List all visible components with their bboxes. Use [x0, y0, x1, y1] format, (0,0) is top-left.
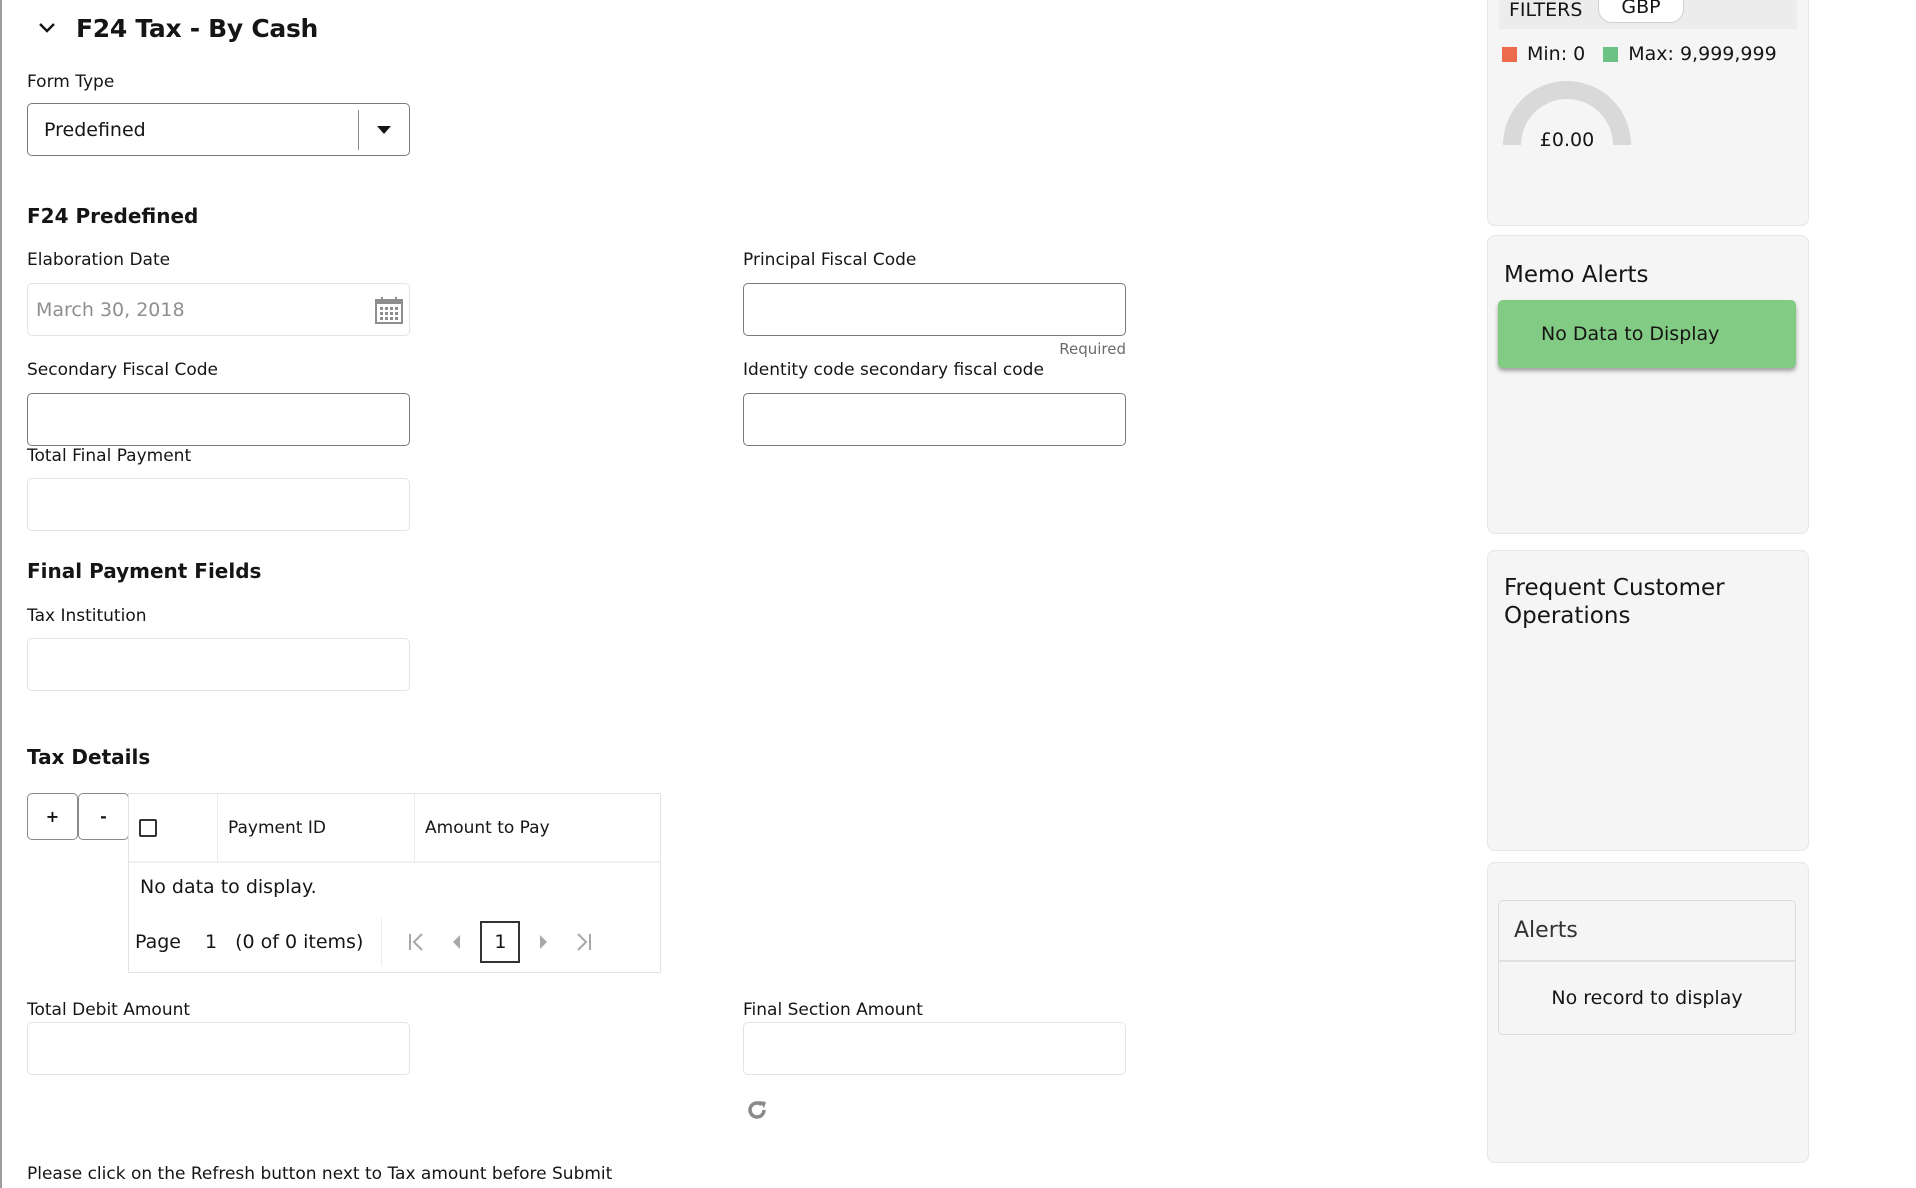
- current-page: 1: [205, 931, 218, 953]
- memo-alerts-title: Memo Alerts: [1504, 262, 1649, 288]
- refresh-instruction: Please click on the Refresh button next …: [27, 1164, 613, 1184]
- filters-bar: FILTERS GBP: [1499, 0, 1797, 29]
- pagination: Page 1 (0 of 0 items) 1: [129, 912, 660, 972]
- form-type-value: Predefined: [44, 118, 146, 141]
- max-swatch: [1603, 46, 1619, 62]
- total-final-payment-input[interactable]: [27, 478, 410, 531]
- currency-filter[interactable]: GBP: [1598, 0, 1684, 23]
- dropdown-arrow-icon[interactable]: [359, 125, 409, 134]
- final-section-amount-input[interactable]: [743, 1022, 1126, 1075]
- required-hint: Required: [1059, 340, 1126, 358]
- select-all-cell: [129, 794, 218, 861]
- frequent-operations-title: Frequent Customer Operations: [1504, 575, 1725, 629]
- total-debit-amount-field[interactable]: [28, 1023, 409, 1074]
- empty-message: No data to display.: [140, 876, 317, 898]
- page-label: Page: [135, 931, 181, 953]
- memo-alerts-message: No Data to Display: [1498, 300, 1796, 368]
- tax-institution-input[interactable]: [27, 638, 410, 691]
- section-title: F24 Tax - By Cash: [76, 13, 319, 43]
- total-final-payment-field[interactable]: [28, 479, 409, 530]
- pager-divider: [381, 918, 383, 966]
- last-page-icon[interactable]: [564, 933, 604, 951]
- principal-fiscal-code-label: Principal Fiscal Code: [743, 250, 917, 270]
- max-label: Max: 9,999,999: [1628, 43, 1777, 65]
- items-count: (0 of 0 items): [235, 931, 364, 953]
- total-debit-amount-input[interactable]: [27, 1022, 410, 1075]
- secondary-fiscal-code-input[interactable]: [27, 393, 410, 446]
- select-all-checkbox[interactable]: [139, 818, 157, 837]
- total-debit-amount-label: Total Debit Amount: [27, 1000, 191, 1020]
- column-payment-id[interactable]: Payment ID: [218, 794, 415, 861]
- elaboration-date-value: March 30, 2018: [36, 298, 185, 321]
- alerts-panel: Alerts No record to display: [1487, 862, 1809, 1163]
- column-amount-to-pay[interactable]: Amount to Pay: [415, 794, 660, 861]
- final-section-amount-field[interactable]: [744, 1023, 1125, 1074]
- tax-details-heading: Tax Details: [27, 745, 151, 769]
- section-header[interactable]: F24 Tax - By Cash: [38, 10, 318, 46]
- left-border: [0, 0, 2, 1188]
- min-swatch: [1502, 46, 1517, 62]
- alerts-title: Alerts: [1499, 901, 1795, 962]
- elaboration-date-label: Elaboration Date: [27, 250, 171, 270]
- add-row-button[interactable]: +: [27, 793, 78, 840]
- identity-code-field[interactable]: [744, 394, 1125, 445]
- principal-fiscal-code-input[interactable]: [743, 283, 1126, 336]
- form-type-label: Form Type: [27, 72, 115, 92]
- next-page-icon[interactable]: [524, 934, 564, 950]
- secondary-fiscal-code-label: Secondary Fiscal Code: [27, 360, 218, 380]
- gauge-value: £0.00: [1539, 129, 1595, 151]
- limits-panel: FILTERS GBP Min: 0 Max: 9,999,999 £0.00: [1487, 0, 1809, 226]
- tax-institution-label: Tax Institution: [27, 606, 147, 626]
- frequent-operations-panel: Frequent Customer Operations: [1487, 550, 1809, 851]
- remove-row-button[interactable]: -: [78, 793, 129, 840]
- memo-alerts-panel: Memo Alerts No Data to Display: [1487, 235, 1809, 534]
- page-number-input[interactable]: 1: [480, 921, 521, 963]
- identity-code-label: Identity code secondary fiscal code: [743, 360, 1044, 380]
- calendar-icon[interactable]: [369, 295, 409, 325]
- filters-label[interactable]: FILTERS: [1509, 0, 1582, 21]
- table-header: Payment ID Amount to Pay: [129, 794, 660, 863]
- principal-fiscal-code-field[interactable]: [744, 284, 1125, 335]
- tax-details-table: Payment ID Amount to Pay No data to disp…: [128, 793, 661, 973]
- final-payment-heading: Final Payment Fields: [27, 559, 262, 583]
- min-label: Min: 0: [1527, 43, 1586, 65]
- alerts-message: No record to display: [1551, 987, 1743, 1009]
- secondary-fiscal-code-field[interactable]: [28, 394, 409, 445]
- elaboration-date-field[interactable]: March 30, 2018: [27, 283, 410, 336]
- chevron-down-icon[interactable]: [38, 19, 56, 37]
- alerts-card: Alerts No record to display: [1498, 900, 1796, 1035]
- first-page-icon[interactable]: [396, 933, 436, 951]
- limits-legend: Min: 0 Max: 9,999,999: [1502, 43, 1777, 65]
- f24-predefined-heading: F24 Predefined: [27, 204, 199, 228]
- previous-page-icon[interactable]: [436, 934, 476, 950]
- tax-institution-field[interactable]: [28, 639, 409, 690]
- final-section-amount-label: Final Section Amount: [743, 1000, 923, 1020]
- refresh-icon[interactable]: [745, 1098, 769, 1126]
- form-type-select[interactable]: Predefined: [27, 103, 410, 156]
- identity-code-input[interactable]: [743, 393, 1126, 446]
- total-final-payment-label: Total Final Payment: [27, 446, 192, 466]
